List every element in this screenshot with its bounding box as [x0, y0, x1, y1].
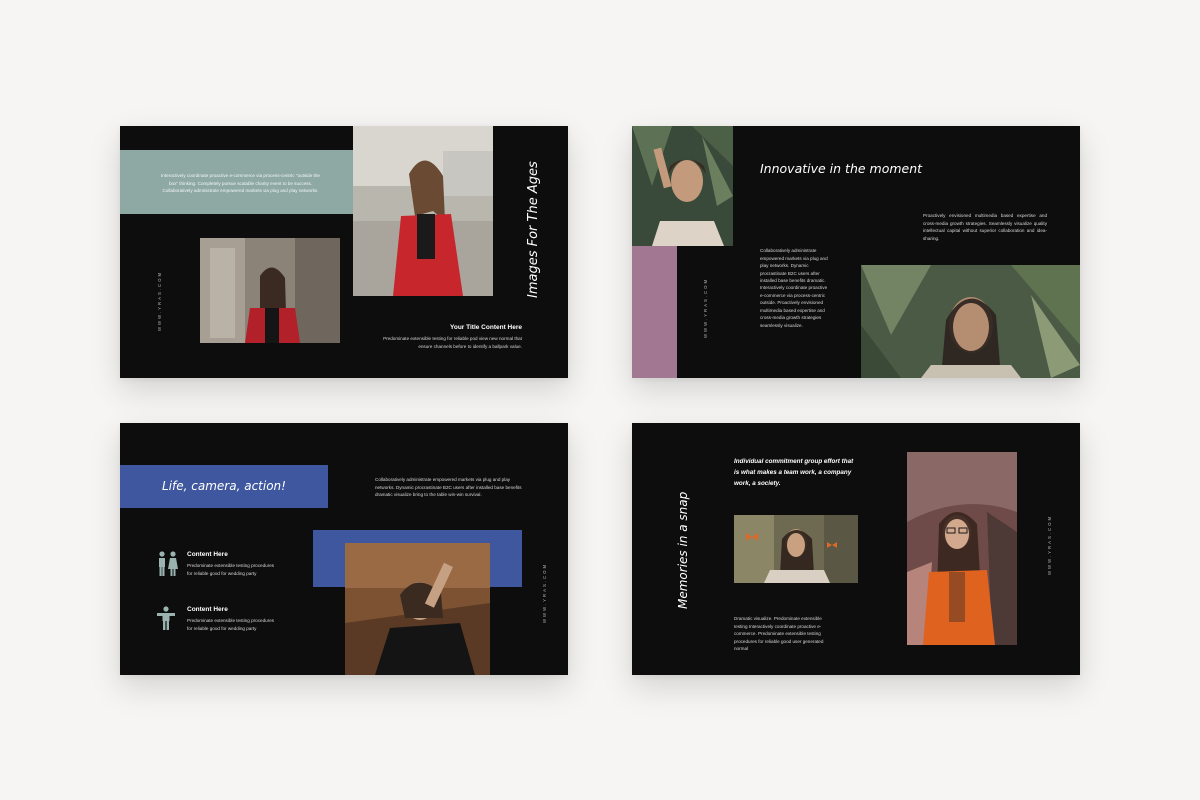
photo-woman-industrial [200, 238, 340, 343]
slide2-title: Innovative in the moment [760, 161, 923, 176]
photo-woman-floor [345, 543, 490, 675]
item2-text: Predominate extensible testing procedure… [187, 618, 275, 631]
mauve-block [632, 246, 677, 378]
slide2-mid-text-1: Collaboratively administrate empowered m… [760, 248, 828, 284]
photo-woman-butterflies [734, 515, 858, 583]
slide4-title: Memories in a snap [676, 491, 690, 609]
photo-woman-palm [861, 265, 1080, 378]
photo-man-plants [632, 126, 733, 246]
item2-title: Content Here [187, 606, 228, 613]
slide-images-for-the-ages[interactable]: Interactively coordinate proactive e-com… [120, 126, 568, 378]
person-arms-out-icon [157, 606, 175, 630]
slide-life-camera-action[interactable]: Life, camera, action! Collaboratively ad… [120, 423, 568, 675]
slide4-body: Dramatic visualize. Predominate extensib… [734, 616, 824, 652]
photo-woman-glasses [907, 452, 1017, 645]
slide4-quote: Individual commitment group effort that … [734, 458, 854, 488]
slide2-mid-text-2: Interactively coordinate proactive e-com… [760, 285, 828, 328]
slide2-url: WWW.YRAS.COM [703, 277, 708, 338]
slide1-body: Predominate extensible testing for relia… [383, 336, 522, 349]
slide2-right-text: Proactively envisioned multimedia based … [923, 213, 1047, 241]
slide1-subtitle: Your Title Content Here [450, 324, 522, 331]
slide4-url: WWW.YRAS.COM [1047, 514, 1052, 575]
photo-woman-red-jacket [353, 126, 493, 296]
couple-icon [157, 551, 178, 577]
slide3-title: Life, camera, action! [162, 479, 286, 493]
teal-panel-text: Interactively coordinate proactive e-com… [161, 173, 320, 194]
slide-innovative[interactable]: WWW.YRAS.COM Innovative in the moment Pr… [632, 126, 1080, 378]
slide-memories-in-a-snap[interactable]: Individual commitment group effort that … [632, 423, 1080, 675]
slide3-top-text: Collaboratively administrate empowered m… [375, 477, 522, 498]
slide1-title: Images For The Ages [526, 161, 541, 298]
slide3-url: WWW.YRAS.COM [542, 562, 547, 623]
item1-text: Predominate extensible testing procedure… [187, 563, 275, 576]
item1-title: Content Here [187, 551, 228, 558]
slide1-url: WWW.YRAS.COM [157, 270, 162, 331]
